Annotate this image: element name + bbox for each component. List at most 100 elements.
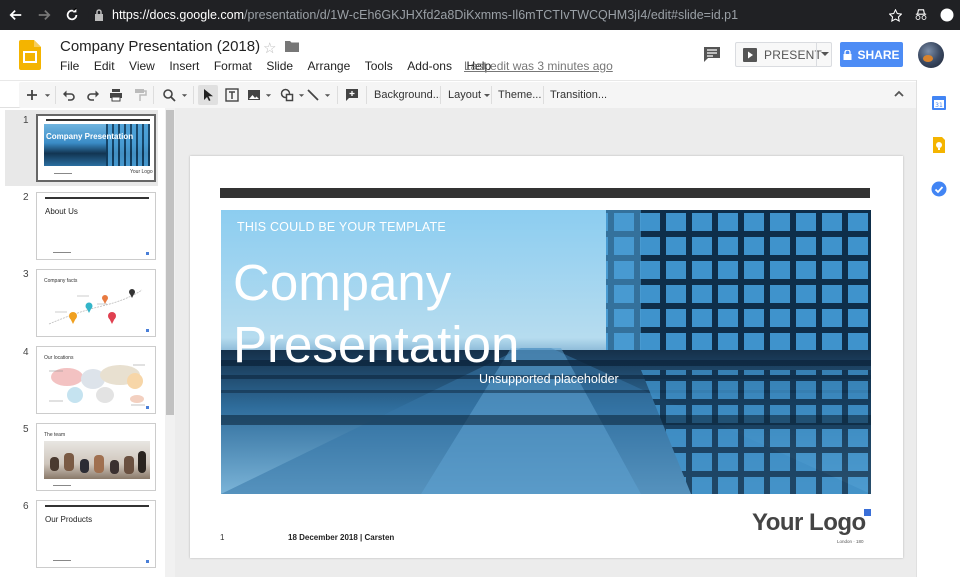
slide-subtitle[interactable]: THIS COULD BE YOUR TEMPLATE [237, 220, 446, 234]
reload-button[interactable] [60, 3, 84, 27]
menu-slide[interactable]: Slide [266, 59, 293, 73]
shape-icon [280, 88, 294, 102]
image-button[interactable] [245, 85, 263, 105]
slide-header-bar [220, 188, 870, 198]
theme-button[interactable]: Theme... [498, 86, 541, 104]
reload-icon [66, 8, 78, 21]
chevron-down-icon [181, 93, 187, 97]
menu-format[interactable]: Format [214, 59, 252, 73]
text-box-button[interactable] [223, 85, 241, 105]
last-edit-link[interactable]: Last edit was 3 minutes ago [464, 59, 613, 73]
filmstrip-slide-5[interactable]: 5 The team [5, 421, 158, 493]
new-slide-button[interactable] [24, 85, 40, 105]
slide-logo[interactable]: Your Logo [752, 509, 866, 537]
zoom-dropdown[interactable] [179, 85, 189, 105]
plus-icon [27, 90, 37, 100]
thumb-world-map [49, 364, 145, 406]
chevron-down-icon [484, 93, 491, 97]
menu-arrange[interactable]: Arrange [308, 59, 351, 73]
collapse-toolbar-icon[interactable] [893, 88, 905, 100]
thumb-title: About Us [45, 207, 78, 216]
print-icon [110, 89, 122, 102]
share-label: SHARE [857, 47, 900, 62]
chevron-down-icon [265, 93, 271, 97]
redo-icon [87, 90, 99, 101]
layout-button[interactable]: Layout [448, 86, 491, 104]
tasks-icon[interactable] [931, 181, 947, 197]
menu-tools[interactable]: Tools [365, 59, 393, 73]
forward-button[interactable] [32, 3, 56, 27]
menu-edit[interactable]: Edit [94, 59, 115, 73]
insert-comment-button[interactable] [343, 85, 361, 105]
comment-icon[interactable] [703, 46, 721, 62]
profile-button[interactable] [934, 0, 960, 30]
slides-logo-icon[interactable] [19, 40, 41, 70]
print-button[interactable] [107, 85, 125, 105]
undo-button[interactable] [60, 85, 78, 105]
back-arrow-icon [9, 10, 22, 20]
slide-number: 2 [23, 192, 29, 203]
menu-insert[interactable]: Insert [169, 59, 199, 73]
zoom-button[interactable] [160, 85, 178, 105]
line-icon [307, 89, 319, 101]
filmstrip-slide-3[interactable]: 3 Company facts [5, 267, 158, 339]
image-dropdown[interactable] [263, 85, 273, 105]
incognito-button[interactable] [908, 0, 934, 30]
calendar-icon[interactable]: 31 [931, 95, 947, 111]
line-dropdown[interactable] [322, 85, 332, 105]
url-path: /presentation/d/1W-cEh6GKJHXfd2a8DiKxmms… [244, 8, 739, 22]
thumb-logo: Your Logo [130, 169, 153, 175]
undo-icon [63, 90, 75, 101]
menu-view[interactable]: View [129, 59, 155, 73]
present-label: PRESENT [764, 47, 823, 62]
toolbar: Background... Layout Theme... Transition… [0, 80, 919, 108]
slide-thumbnail: Company facts [36, 269, 156, 337]
menu-file[interactable]: File [60, 59, 79, 73]
app-header: Company Presentation (2018) ☆ File Edit … [0, 30, 960, 80]
redo-button[interactable] [84, 85, 102, 105]
menu-addons[interactable]: Add-ons [407, 59, 452, 73]
back-button[interactable] [4, 3, 28, 27]
filmstrip-slide-4[interactable]: 4 Our locations [5, 344, 158, 416]
folder-icon[interactable] [285, 40, 299, 52]
unsupported-placeholder[interactable]: Unsupported placeholder [479, 372, 619, 386]
add-comment-icon [346, 89, 358, 101]
slide-footer[interactable]: 18 December 2018 | Carsten [288, 533, 394, 542]
filmstrip-slide-6[interactable]: 6 Our Products [5, 498, 158, 570]
text-box-icon [225, 88, 239, 102]
logo-accent-square [864, 509, 871, 516]
present-dropdown-icon[interactable] [821, 52, 829, 56]
slide-thumbnail: Our locations [36, 346, 156, 414]
chevron-down-icon [324, 93, 330, 97]
star-icon [888, 8, 902, 22]
filmstrip-scrollbar-thumb[interactable] [166, 110, 174, 415]
keep-icon[interactable] [931, 137, 947, 153]
new-slide-dropdown[interactable] [42, 85, 52, 105]
slide-title[interactable]: Company Presentation [233, 252, 519, 376]
line-button[interactable] [304, 85, 322, 105]
filmstrip-slide-2[interactable]: 2 About Us [5, 190, 158, 262]
address-bar[interactable]: https://docs.google.com/presentation/d/1… [88, 4, 903, 26]
slide-title-line-1: Company [233, 254, 452, 311]
slide-number: 1 [23, 115, 29, 126]
current-slide[interactable]: THIS COULD BE YOUR TEMPLATE Company Pres… [190, 156, 903, 558]
browser-toolbar: https://docs.google.com/presentation/d/1… [0, 0, 960, 30]
slide-number: 3 [23, 269, 29, 280]
filmstrip-slide-1[interactable]: 1 Company Presentation Your Logo [5, 110, 158, 186]
thumb-map-pins [48, 289, 143, 325]
background-button[interactable]: Background... [374, 86, 442, 104]
bookmark-star-button[interactable] [882, 0, 908, 30]
shape-button[interactable] [278, 85, 296, 105]
lock-icon [95, 9, 103, 21]
document-title[interactable]: Company Presentation (2018) [60, 38, 260, 55]
svg-text:31: 31 [935, 102, 943, 109]
select-tool-button[interactable] [198, 85, 218, 105]
share-button[interactable]: SHARE [840, 42, 903, 67]
account-avatar[interactable] [918, 42, 944, 68]
profile-dot-icon [940, 8, 954, 22]
paint-format-button[interactable] [131, 85, 149, 105]
present-button[interactable]: PRESENT [735, 42, 832, 67]
transition-button[interactable]: Transition... [550, 86, 607, 104]
star-icon[interactable]: ☆ [263, 39, 276, 57]
thumb-team-photo [44, 441, 150, 479]
